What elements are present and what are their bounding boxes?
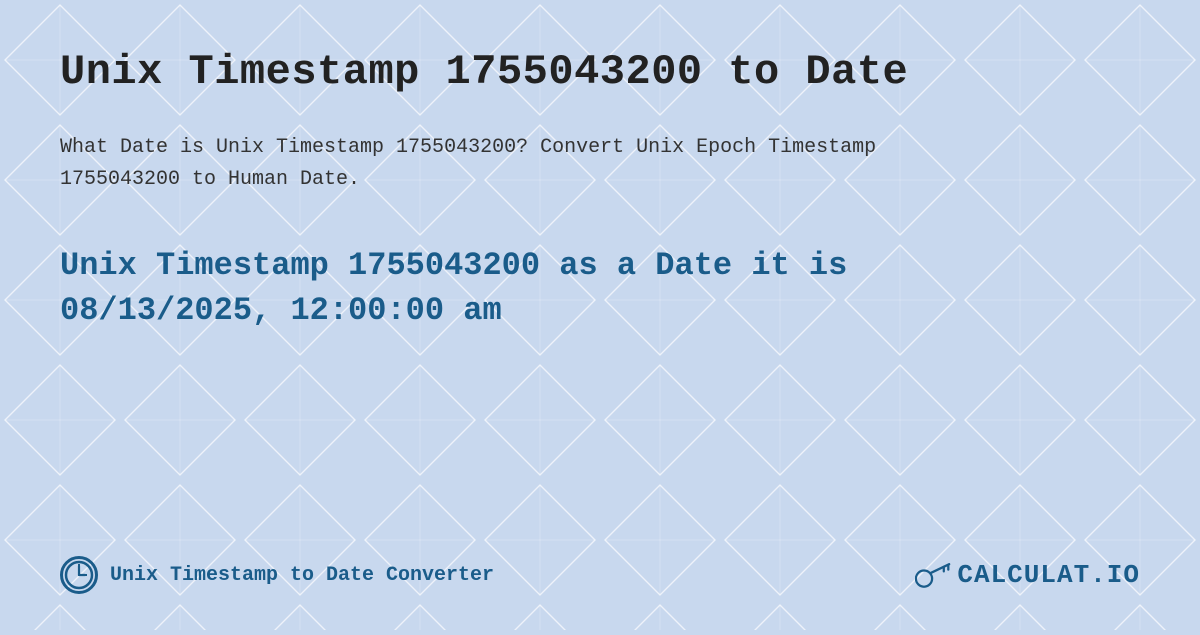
result-section: Unix Timestamp 1755043200 as a Date it i… <box>60 244 1140 334</box>
footer-label: Unix Timestamp to Date Converter <box>110 564 494 587</box>
result-line1: Unix Timestamp 1755043200 as a Date it i… <box>60 247 847 284</box>
result-line2: 08/13/2025, 12:00:00 am <box>60 292 502 329</box>
logo-icon <box>915 557 951 593</box>
page-title: Unix Timestamp 1755043200 to Date <box>60 48 1140 96</box>
logo-text: CALCULAT.IO <box>957 560 1140 590</box>
footer: Unix Timestamp to Date Converter CALCULA… <box>60 556 1140 594</box>
logo: CALCULAT.IO <box>915 557 1140 593</box>
result-text: Unix Timestamp 1755043200 as a Date it i… <box>60 244 1140 334</box>
clock-icon <box>60 556 98 594</box>
page-description: What Date is Unix Timestamp 1755043200? … <box>60 132 960 196</box>
page-content: Unix Timestamp 1755043200 to Date What D… <box>0 0 1200 630</box>
footer-left: Unix Timestamp to Date Converter <box>60 556 494 594</box>
